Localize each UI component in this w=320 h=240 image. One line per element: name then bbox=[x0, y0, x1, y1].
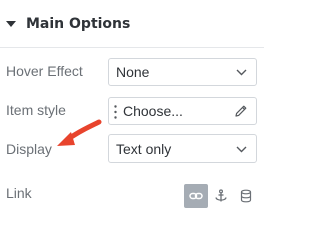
annotation-arrow bbox=[57, 119, 102, 146]
chevron-down-icon bbox=[236, 69, 247, 76]
item-style-row: Item style Choose... bbox=[0, 97, 264, 125]
database-icon bbox=[240, 189, 252, 203]
caret-down-icon bbox=[6, 20, 16, 27]
display-row: Display Text only bbox=[0, 134, 264, 163]
link-label: Link bbox=[6, 185, 32, 201]
pencil-icon[interactable] bbox=[234, 104, 248, 118]
item-style-chooser[interactable]: Choose... bbox=[108, 97, 257, 125]
chevron-down-icon bbox=[236, 146, 247, 153]
display-value: Text only bbox=[116, 141, 172, 157]
link-type-toggle bbox=[184, 184, 258, 208]
link-icon bbox=[189, 192, 203, 200]
display-select[interactable]: Text only bbox=[108, 134, 257, 163]
link-option-url[interactable] bbox=[184, 184, 208, 208]
hover-effect-select[interactable]: None bbox=[108, 58, 257, 86]
hover-effect-label: Hover Effect bbox=[6, 63, 83, 79]
display-label: Display bbox=[6, 141, 52, 157]
section-title: Main Options bbox=[26, 15, 131, 32]
main-options-panel: Main Options Hover Effect None Item styl… bbox=[0, 0, 264, 219]
link-option-anchor[interactable] bbox=[209, 184, 233, 208]
item-style-label: Item style bbox=[6, 102, 66, 118]
link-option-dynamic[interactable] bbox=[234, 184, 258, 208]
hover-effect-row: Hover Effect None bbox=[0, 58, 264, 86]
anchor-icon bbox=[215, 189, 227, 202]
section-header[interactable]: Main Options bbox=[0, 0, 264, 48]
hover-effect-value: None bbox=[116, 64, 150, 80]
item-style-value: Choose... bbox=[123, 103, 183, 119]
drag-handle-icon bbox=[114, 105, 117, 119]
